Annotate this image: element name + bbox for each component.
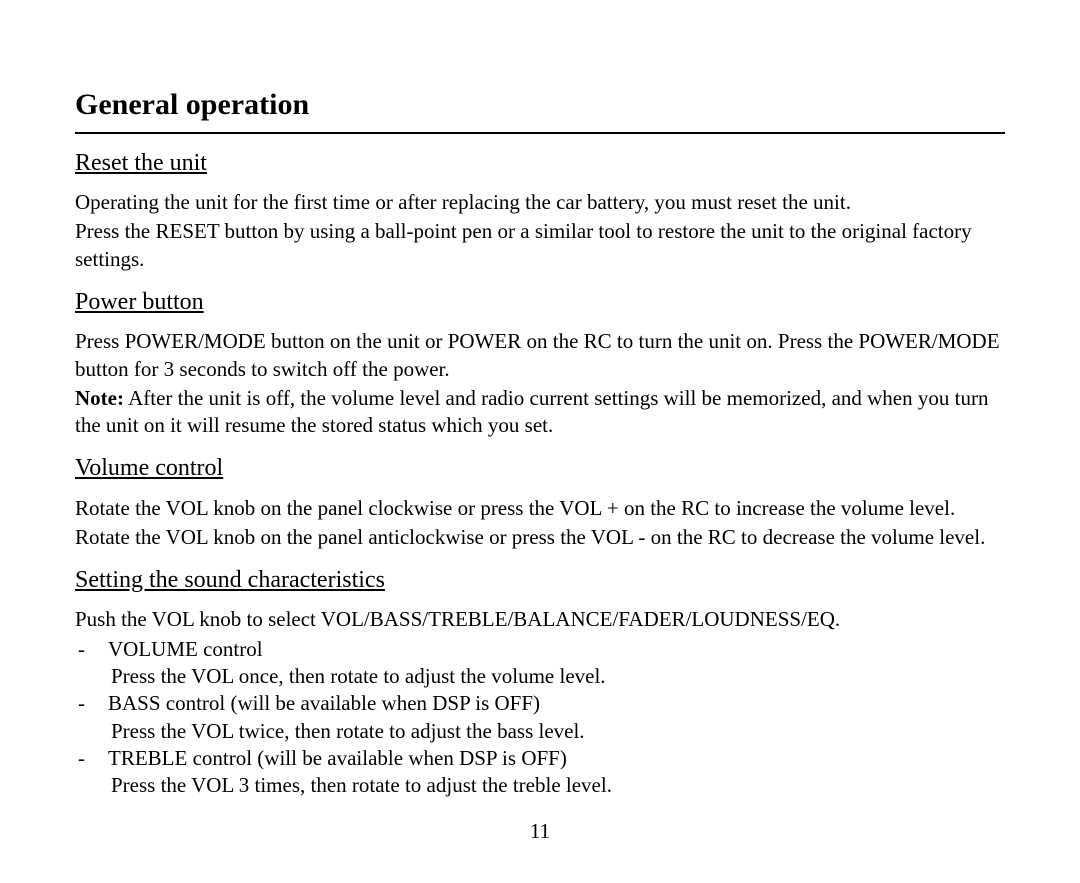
bullet-dash: - xyxy=(75,745,108,772)
list-item-label: BASS control (will be available when DSP… xyxy=(108,690,1005,717)
list-item-detail: Press the VOL 3 times, then rotate to ad… xyxy=(75,772,1005,799)
list-item-detail: Press the VOL once, then rotate to adjus… xyxy=(75,663,1005,690)
list-item-detail: Press the VOL twice, then rotate to adju… xyxy=(75,718,1005,745)
section-body-sound: Push the VOL knob to select VOL/BASS/TRE… xyxy=(75,606,1005,799)
section-heading-reset: Reset the unit xyxy=(75,148,1005,179)
title-rule xyxy=(75,132,1005,134)
list-item-label: VOLUME control xyxy=(108,636,1005,663)
note-paragraph: Note: After the unit is off, the volume … xyxy=(75,385,1005,440)
list-item: - VOLUME control xyxy=(75,636,1005,663)
section-body-volume: Rotate the VOL knob on the panel clockwi… xyxy=(75,495,1005,552)
page-number: 11 xyxy=(75,818,1005,845)
list-item: - TREBLE control (will be available when… xyxy=(75,745,1005,772)
list-item-label: TREBLE control (will be available when D… xyxy=(108,745,1005,772)
section-heading-volume: Volume control xyxy=(75,453,1005,484)
section-body-power: Press POWER/MODE button on the unit or P… xyxy=(75,328,1005,439)
sound-options-list: - VOLUME control Press the VOL once, the… xyxy=(75,636,1005,800)
page-title: General operation xyxy=(75,85,1005,124)
manual-page: General operation Reset the unit Operati… xyxy=(0,0,1080,845)
paragraph: Press the RESET button by using a ball-p… xyxy=(75,218,1005,273)
paragraph: Operating the unit for the first time or… xyxy=(75,189,1005,216)
bullet-dash: - xyxy=(75,690,108,717)
note-label: Note: xyxy=(75,386,124,410)
section-heading-power: Power button xyxy=(75,287,1005,318)
note-body: After the unit is off, the volume level … xyxy=(75,386,988,437)
paragraph: Rotate the VOL knob on the panel anticlo… xyxy=(75,524,1005,551)
paragraph: Rotate the VOL knob on the panel clockwi… xyxy=(75,495,1005,522)
paragraph: Press POWER/MODE button on the unit or P… xyxy=(75,328,1005,383)
list-item: - BASS control (will be available when D… xyxy=(75,690,1005,717)
bullet-dash: - xyxy=(75,636,108,663)
section-body-reset: Operating the unit for the first time or… xyxy=(75,189,1005,273)
paragraph: Push the VOL knob to select VOL/BASS/TRE… xyxy=(75,606,1005,633)
section-heading-sound: Setting the sound characteristics xyxy=(75,565,1005,596)
